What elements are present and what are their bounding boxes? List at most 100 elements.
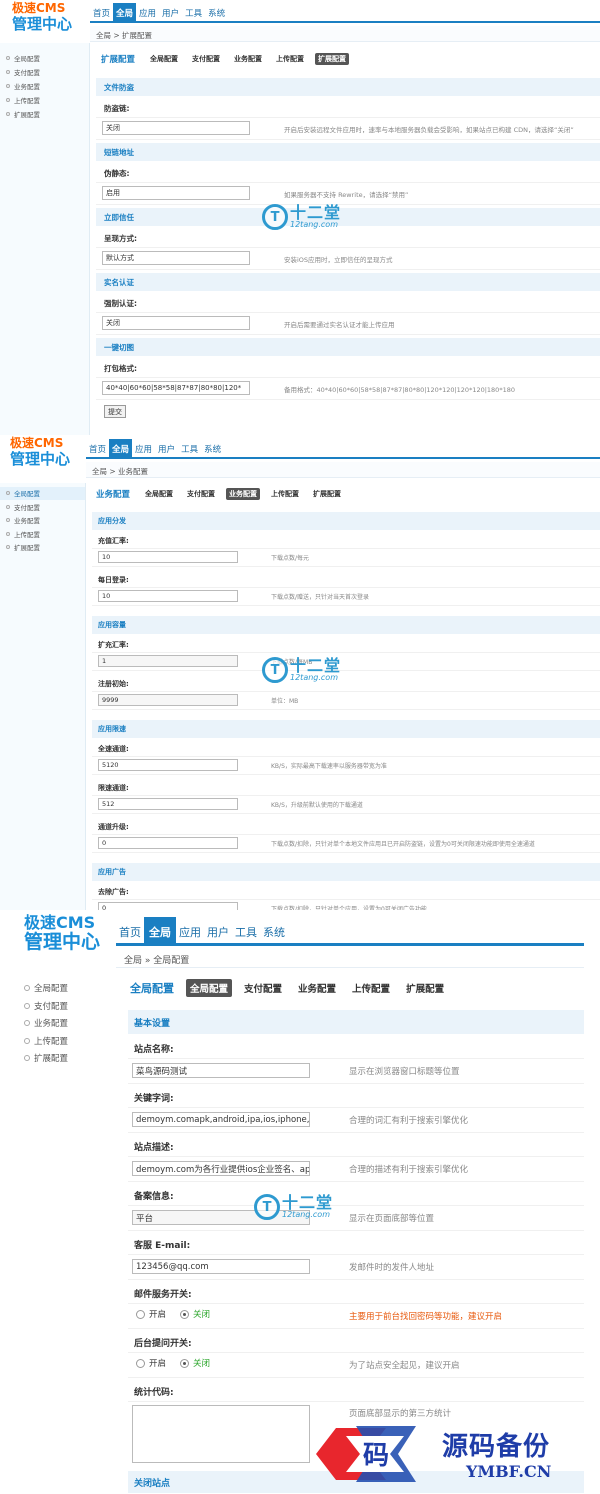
nav-item-1[interactable]: 全局: [109, 439, 133, 457]
sidebar-item-3[interactable]: 上传配置: [0, 93, 89, 106]
config-select[interactable]: 启用: [102, 186, 250, 200]
watermark-text: 十二堂: [290, 656, 342, 675]
sidebar-item-0[interactable]: 全局配置: [14, 980, 116, 997]
nav-item-0[interactable]: 首页: [90, 7, 113, 21]
tab-2[interactable]: 业务配置: [294, 979, 340, 997]
nav-item-0[interactable]: 首页: [116, 924, 144, 944]
sidebar-item-2[interactable]: 业务配置: [0, 79, 89, 92]
watermark-text: 十二堂: [282, 1193, 334, 1212]
row-divider: [92, 670, 600, 671]
sidebar-item-2[interactable]: 业务配置: [0, 514, 85, 527]
nav-item-5[interactable]: 系统: [260, 924, 288, 944]
config-input[interactable]: 0: [98, 902, 238, 910]
config-select[interactable]: 关闭: [102, 121, 250, 135]
field-label: 伪静态:: [104, 169, 130, 178]
row-divider: [96, 117, 600, 118]
sidebar-item-label: 全局配置: [14, 54, 40, 63]
nav-item-2[interactable]: 应用: [136, 7, 159, 21]
section-header: 立即信任: [96, 208, 600, 226]
row-divider: [92, 756, 600, 757]
sidebar-item-4[interactable]: 扩展配置: [14, 1050, 116, 1067]
circle-bullet-icon: [6, 504, 10, 509]
tab-0[interactable]: 全局配置: [142, 488, 176, 500]
field-label: 后台提问开关:: [134, 1339, 192, 1349]
nav-item-5[interactable]: 系统: [201, 443, 224, 457]
nav-item-4[interactable]: 工具: [232, 924, 260, 944]
sidebar-item-label: 上传配置: [14, 96, 40, 105]
nav-item-2[interactable]: 应用: [132, 443, 155, 457]
row-divider: [92, 852, 600, 853]
section-header: 一键切图: [96, 338, 600, 356]
tab-1[interactable]: 支付配置: [184, 488, 218, 500]
tab-3[interactable]: 上传配置: [268, 488, 302, 500]
nav-item-1[interactable]: 全局: [113, 3, 137, 21]
config-input[interactable]: 0: [98, 837, 238, 849]
config-input[interactable]: demoym.com为各行业提供ios企业签名、app: [132, 1161, 310, 1176]
field-hint: 为了站点安全起见，建议开启: [349, 1361, 460, 1371]
field-value: 10: [102, 553, 111, 561]
row-divider: [96, 204, 600, 205]
tab-3[interactable]: 上传配置: [273, 53, 307, 65]
config-select[interactable]: 关闭: [102, 316, 250, 330]
config-input[interactable]: 40*40|60*60|58*58|87*87|80*80|120*: [102, 381, 250, 395]
config-input[interactable]: 5120: [98, 759, 238, 771]
radio-off[interactable]: [180, 1358, 190, 1368]
sidebar-item-label: 支付配置: [14, 503, 40, 512]
nav-item-3[interactable]: 用户: [155, 443, 178, 457]
sidebar-item-label: 全局配置: [14, 490, 40, 499]
circle-bullet-icon: [6, 69, 10, 74]
tab-0[interactable]: 全局配置: [186, 979, 233, 997]
sidebar-item-2[interactable]: 业务配置: [14, 1015, 116, 1032]
radio-on[interactable]: [136, 1309, 145, 1319]
tab-3[interactable]: 上传配置: [348, 979, 394, 997]
tab-1[interactable]: 支付配置: [240, 979, 286, 997]
config-input[interactable]: 10: [98, 551, 238, 563]
tab-2[interactable]: 业务配置: [231, 53, 265, 65]
nav-item-4[interactable]: 工具: [178, 443, 201, 457]
tab-4[interactable]: 扩展配置: [402, 979, 448, 997]
nav-item-3[interactable]: 用户: [204, 924, 232, 944]
sidebar-item-1[interactable]: 支付配置: [0, 65, 89, 78]
tab-2[interactable]: 业务配置: [226, 488, 261, 500]
top-nav: 首页 全局 应用 用户 工具 系统: [90, 3, 228, 21]
radio-off[interactable]: [180, 1309, 190, 1319]
tab-4[interactable]: 扩展配置: [310, 488, 344, 500]
sidebar-item-1[interactable]: 支付配置: [14, 998, 116, 1015]
sidebar-item-4[interactable]: 扩展配置: [0, 541, 85, 554]
config-input[interactable]: 123456@qq.com: [132, 1259, 310, 1274]
config-input[interactable]: 10: [98, 590, 238, 602]
circle-bullet-icon: [6, 83, 10, 88]
config-input[interactable]: 9999: [98, 694, 238, 706]
nav-item-4[interactable]: 工具: [182, 7, 205, 21]
row-divider: [92, 899, 600, 900]
row-divider: [92, 587, 600, 588]
radio-on[interactable]: [136, 1358, 145, 1368]
sidebar-item-0[interactable]: 全局配置: [0, 487, 85, 500]
top-nav: 首页 全局 应用 用户 工具 系统: [116, 914, 288, 944]
nav-item-3[interactable]: 用户: [159, 7, 182, 21]
config-input[interactable]: 1: [98, 655, 238, 667]
config-input[interactable]: 512: [98, 798, 238, 810]
ymbf-title: 源码备份: [442, 1432, 551, 1462]
nav-item-0[interactable]: 首页: [86, 443, 109, 457]
sidebar-item-3[interactable]: 上传配置: [14, 1033, 116, 1050]
sidebar-item-0[interactable]: 全局配置: [0, 51, 89, 64]
config-input[interactable]: 菜鸟源码测试: [132, 1063, 310, 1078]
field-label: 充值汇率:: [98, 537, 129, 545]
config-input[interactable]: demoym.comapk,android,ipa,ios,iphone,i: [132, 1112, 310, 1127]
sidebar-item-3[interactable]: 上传配置: [0, 528, 85, 541]
row-divider: [96, 182, 600, 183]
breadcrumb: 全局 » 全局配置: [116, 948, 584, 968]
tab-1[interactable]: 支付配置: [189, 53, 223, 65]
submit-button[interactable]: 提交: [104, 405, 126, 418]
nav-item-2[interactable]: 应用: [176, 924, 204, 944]
sidebar-item-1[interactable]: 支付配置: [0, 501, 85, 514]
sidebar-item-4[interactable]: 扩展配置: [0, 107, 89, 120]
tab-0[interactable]: 全局配置: [147, 53, 181, 65]
tab-4[interactable]: 扩展配置: [315, 53, 350, 65]
nav-item-1[interactable]: 全局: [144, 917, 176, 944]
stats-code-textarea[interactable]: [132, 1405, 310, 1463]
nav-item-5[interactable]: 系统: [205, 7, 228, 21]
row-divider: [92, 605, 600, 606]
config-select[interactable]: 默认方式: [102, 251, 250, 265]
